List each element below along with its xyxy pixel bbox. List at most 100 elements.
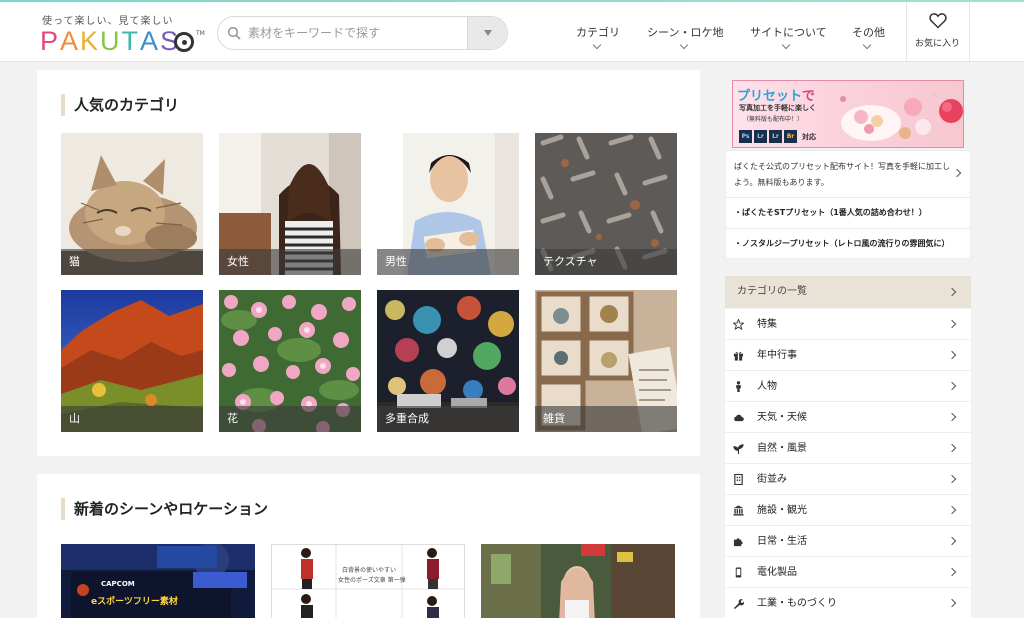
category-tile-men[interactable]: 男性 (377, 133, 519, 275)
building-icon (734, 474, 743, 485)
category-heading-label: カテゴリの一覧 (737, 286, 807, 297)
logo-tagline: 使って楽しい、見て楽しい (42, 16, 174, 27)
ad-support-label: 対応 (802, 132, 816, 141)
nav-label: サイトについて (750, 26, 827, 39)
category-label: 施設・観光 (757, 505, 807, 516)
nav-label: カテゴリ (576, 26, 620, 39)
site-header: 使って楽しい、見て楽しい P A K U T A S TM カテゴリ シーン・ロ… (0, 2, 1024, 62)
category-tile-flower[interactable]: 花 (219, 290, 361, 432)
logo-letter: K (80, 26, 101, 56)
category-item-features[interactable]: 特集 (725, 309, 971, 340)
poster-line-2: 女性のポーズ文章 第一弾 (338, 577, 406, 584)
sweets-illustration (840, 92, 963, 141)
search-options-dropdown[interactable] (467, 17, 507, 49)
category-label: 電化製品 (757, 567, 797, 578)
lightroom-classic-icon: Lr (769, 130, 782, 143)
preset-ad-banner[interactable]: プリセットで 写真加工を手軽に楽しく （無料版も配布中！） Ps Lr Lr B… (732, 80, 964, 148)
category-tile-mountain[interactable]: 山 (61, 290, 203, 432)
logo-letter: A (140, 26, 161, 56)
nav-categories[interactable]: カテゴリ (576, 2, 620, 62)
star-icon (733, 319, 744, 330)
category-label: 日常・生活 (757, 536, 807, 547)
logo-eye-icon (174, 32, 194, 52)
chevron-right-icon (947, 412, 957, 422)
category-item-facilities-sightseeing[interactable]: 施設・観光 (725, 495, 971, 526)
site-logo[interactable]: 使って楽しい、見て楽しい P A K U T A S TM (40, 10, 205, 57)
search-input[interactable] (248, 17, 468, 49)
category-tile-texture[interactable]: テクスチャ (535, 133, 677, 275)
cloud-icon (734, 414, 744, 422)
favorites-label: お気に入り (915, 39, 961, 49)
logo-wordmark: P A K U T A S (40, 26, 180, 57)
tile-caption: 多重合成 (377, 406, 519, 432)
chevron-down-icon (592, 40, 602, 50)
category-label: 天気・天候 (757, 412, 807, 423)
chevron-right-icon (947, 505, 957, 515)
category-label: 自然・風景 (757, 443, 807, 454)
ad-title: プリセットで (737, 85, 815, 104)
tile-caption: 女性 (219, 249, 361, 275)
category-label: 特集 (757, 319, 777, 330)
favorites-button[interactable]: お気に入り (906, 2, 970, 62)
chevron-down-icon (781, 40, 791, 50)
preset-promo-box: ぱくたそ公式のプリセット配布サイト！写真を手軽に加工しよう。無料版もあります。 … (725, 150, 971, 259)
tile-caption: 雑貨 (535, 406, 677, 432)
category-tile-goods[interactable]: 雑貨 (535, 290, 677, 432)
category-item-daily-life[interactable]: 日常・生活 (725, 526, 971, 557)
chevron-right-icon (947, 567, 957, 577)
category-item-weather[interactable]: 天気・天候 (725, 402, 971, 433)
chevron-down-icon (679, 40, 689, 50)
chevron-right-icon (952, 168, 962, 178)
search-box (217, 16, 508, 50)
wrench-icon (733, 599, 744, 609)
person-icon (736, 381, 741, 392)
section-title: 人気のカテゴリ (61, 94, 179, 116)
nav-scenes-locations[interactable]: シーン・ロケ地 (647, 2, 723, 62)
scene-card-street[interactable] (481, 544, 675, 618)
chevron-right-icon (947, 350, 957, 360)
chevron-right-icon (947, 287, 957, 297)
nav-label: シーン・ロケ地 (647, 26, 724, 39)
category-list-heading[interactable]: カテゴリの一覧 (725, 276, 971, 308)
logo-letter: P (40, 26, 61, 56)
tile-caption: 猫 (61, 249, 203, 275)
category-item-electronics[interactable]: 電化製品 (725, 557, 971, 588)
category-tile-multiple-exposure[interactable]: 多重合成 (377, 290, 519, 432)
bridge-icon: Br (784, 130, 797, 143)
new-scenes-section: 新着のシーンやロケーション CAPCOM eスポーツフリー素材 白背景の使いやす… (37, 474, 700, 618)
scene-card-esports[interactable]: CAPCOM eスポーツフリー素材 (61, 544, 255, 618)
promo-link-nostalgia-preset[interactable]: ・ノスタルジープリセット（レトロ風の流行りの雰囲気に） (726, 228, 970, 259)
scene-card-poses[interactable]: 白背景の使いやすい 女性のポーズ文章 第一弾 (271, 544, 465, 618)
category-label: 年中行事 (757, 350, 797, 361)
category-item-annual-events[interactable]: 年中行事 (725, 340, 971, 371)
nav-label: その他 (852, 26, 885, 39)
ad-app-badges: Ps Lr Lr Br 対応 (739, 130, 816, 143)
gift-icon (733, 351, 744, 361)
search-icon[interactable] (227, 26, 241, 40)
logo-letter: T (121, 26, 141, 56)
tile-caption: テクスチャ (535, 249, 677, 275)
street-photo (481, 544, 675, 618)
category-tile-women[interactable]: 女性 (219, 133, 361, 275)
category-item-nature-scenery[interactable]: 自然・風景 (725, 433, 971, 464)
section-title: 新着のシーンやロケーション (61, 498, 268, 520)
ad-subtitle: 写真加工を手軽に楽しく (739, 104, 816, 112)
nav-other[interactable]: その他 (852, 2, 886, 62)
logo-trademark: TM (196, 30, 205, 37)
promo-link-st-preset[interactable]: ・ぱくたそSTプリセット（1番人気の詰め合わせ！） (726, 197, 970, 228)
nav-about-site[interactable]: サイトについて (750, 2, 827, 62)
chevron-down-icon (862, 40, 872, 50)
logo-letter: U (100, 26, 122, 56)
chevron-right-icon (947, 319, 957, 329)
puzzle-icon (733, 538, 743, 547)
banner-brand: CAPCOM (101, 580, 135, 588)
logo-letter: A (60, 26, 81, 56)
category-tile-cat[interactable]: 猫 (61, 133, 203, 275)
promo-description[interactable]: ぱくたそ公式のプリセット配布サイト！写真を手軽に加工しよう。無料版もあります。 (734, 159, 952, 191)
landmark-icon (733, 505, 744, 516)
category-item-townscape[interactable]: 街並み (725, 464, 971, 495)
category-item-people[interactable]: 人物 (725, 371, 971, 402)
chevron-right-icon (947, 474, 957, 484)
category-item-industry-manufacturing[interactable]: 工業・ものづくり (725, 588, 971, 618)
poster-line-1: 白背景の使いやすい (342, 567, 397, 574)
